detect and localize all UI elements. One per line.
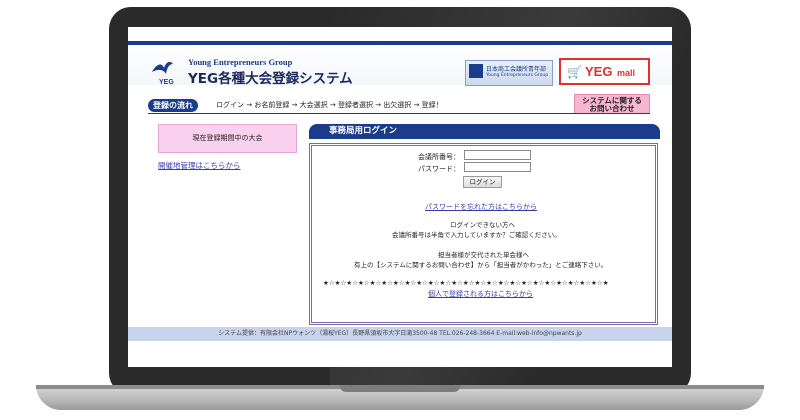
individual-register-link[interactable]: 個人で登録される方はこちらから	[428, 289, 533, 299]
page-title: YEG各種大会登録システム	[188, 71, 353, 87]
password-input[interactable]	[464, 162, 531, 172]
note-text: 有上の【システムに関するお問い合わせ】から「担当者がかわった」とご連絡下さい。	[354, 261, 608, 269]
contact-button[interactable]: システムに関する お問い合わせ	[574, 94, 650, 114]
jcci-logo-icon	[469, 64, 483, 78]
org-name: Young Entrepreneurs Group	[188, 57, 293, 67]
banner-title: 日本商工会議所青年部	[486, 66, 547, 73]
chamber-no-label: 会議所番号：	[418, 153, 460, 161]
yeg-mall-banner[interactable]: 🛒 YEG mall	[559, 58, 650, 85]
mall-text: mall	[617, 68, 636, 78]
current-events-box[interactable]: 現在登録期間中の大会	[158, 124, 297, 153]
flow-steps: ログイン → お名前登録 → 大会選択 → 登録者選択 → 出欠選択 → 登録！	[216, 101, 443, 109]
contact-line2: お問い合わせ	[589, 104, 635, 113]
jcci-yeg-banner[interactable]: 日本商工会議所青年部 Young Entrepreneurs Group	[465, 60, 553, 86]
mall-yeg-text: YEG	[585, 64, 613, 79]
laptop-notch	[340, 385, 460, 392]
login-button[interactable]: ログイン	[463, 176, 502, 188]
flow-badge: 登録の流れ	[148, 99, 198, 112]
star-divider: ★☆★☆★☆★☆★☆★☆★☆★☆★☆★☆★☆★☆★☆★☆★☆★☆★☆★☆★☆★☆…	[323, 279, 609, 287]
help-text: 会議所番号は半角で入力していますか？ご確認ください。	[392, 231, 561, 239]
forgot-password-link[interactable]: パスワードを忘れた方はこちらから	[425, 202, 537, 212]
header-divider	[148, 113, 650, 114]
login-heading: 事務局用ログイン	[309, 124, 660, 139]
note-heading: 担当者様が交代された単会様へ	[438, 251, 529, 259]
banner-subtitle: Young Entrepreneurs Group	[486, 73, 549, 78]
logo-text: YEG	[159, 79, 174, 86]
laptop-screen: YEG Young Entrepreneurs Group YEG各種大会登録シ…	[128, 27, 672, 367]
site-footer: システム提供：有限会社NPウォンツ（湯桜YEG）長野県須坂市大字日滝3500-4…	[128, 327, 672, 341]
chamber-no-input[interactable]	[464, 150, 531, 160]
help-heading: ログインできない方へ	[450, 221, 515, 229]
cart-icon: 🛒	[567, 65, 582, 79]
host-admin-link[interactable]: 開催地管理はこちらから	[158, 160, 241, 171]
password-label: パスワード：	[418, 165, 460, 173]
